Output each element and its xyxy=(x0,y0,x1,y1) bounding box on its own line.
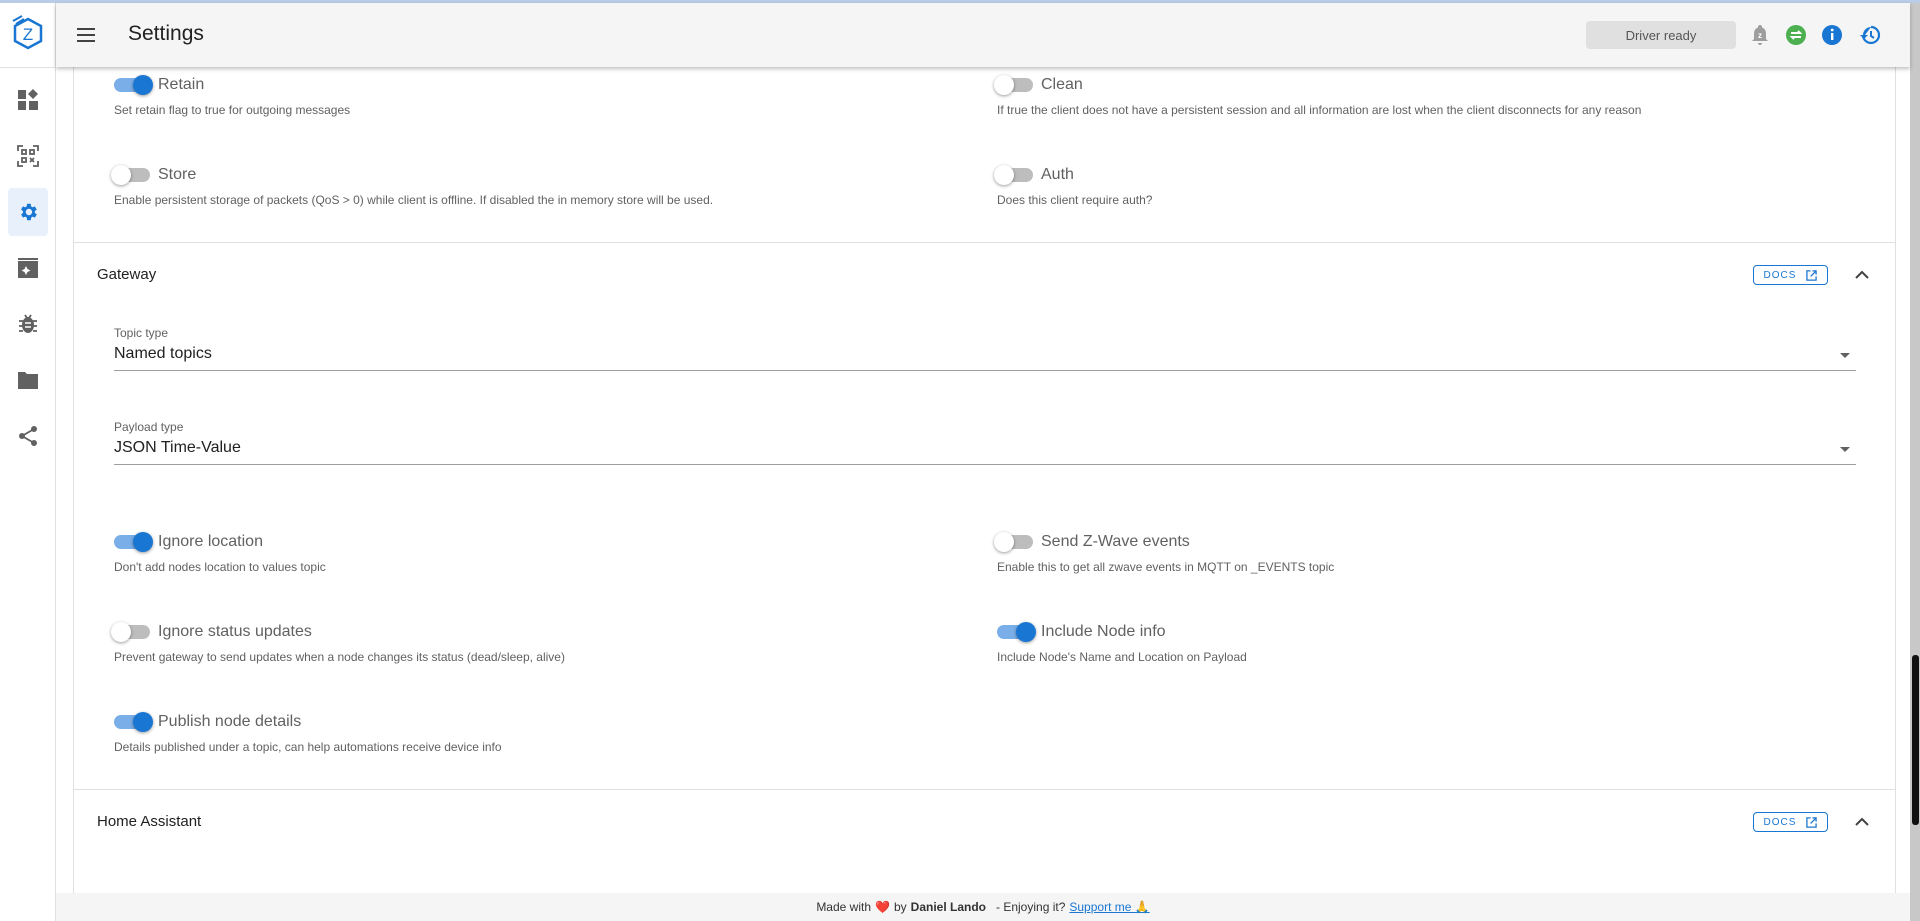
store-label: Store xyxy=(158,166,197,183)
home-assistant-docs-button[interactable]: DOCS xyxy=(1753,812,1828,832)
debug-bug-icon xyxy=(19,314,37,333)
ignore-location-setting: Ignore location Don't add nodes location… xyxy=(114,532,326,574)
scrollbar-thumb[interactable] xyxy=(1912,655,1919,825)
gateway-section-title[interactable]: Gateway xyxy=(97,266,156,283)
svg-text:Z: Z xyxy=(23,25,33,44)
section-divider xyxy=(74,242,1895,243)
store-description: Enable persistent storage of packets (Qo… xyxy=(114,193,714,207)
send-zwave-events-toggle[interactable] xyxy=(994,532,1033,552)
mqtt-connected-icon[interactable] xyxy=(1784,23,1808,47)
sidebar-item-settings[interactable] xyxy=(8,188,48,236)
gateway-collapse-chevron-up-icon[interactable] xyxy=(1852,265,1872,285)
retain-label: Retain xyxy=(158,76,205,93)
auth-label: Auth xyxy=(1041,166,1074,183)
ignore-status-updates-label: Ignore status updates xyxy=(158,623,312,640)
auth-description: Does this client require auth? xyxy=(997,193,1153,207)
zwave-js-ui-logo-icon[interactable]: Z xyxy=(10,13,46,53)
payload-type-value: JSON Time-Value xyxy=(114,439,241,456)
sidebar-item-network-graph[interactable] xyxy=(8,412,48,460)
store-toggle[interactable] xyxy=(111,165,150,185)
publish-node-details-label: Publish node details xyxy=(158,713,302,730)
app-bar: Settings Driver ready z xyxy=(56,3,1910,67)
settings-gear-icon xyxy=(21,203,37,221)
include-node-info-label: Include Node info xyxy=(1041,623,1166,640)
scenes-icon xyxy=(18,258,38,278)
page-scrollbar[interactable] xyxy=(1910,3,1920,921)
sidebar-item-scenes[interactable] xyxy=(8,244,48,292)
publish-node-details-toggle[interactable] xyxy=(114,712,153,732)
docs-label: DOCS xyxy=(1763,269,1797,281)
footer-enjoying: - Enjoying it? xyxy=(996,900,1066,914)
send-zwave-events-description: Enable this to get all zwave events in M… xyxy=(997,560,1335,574)
sidebar: Z xyxy=(0,3,56,921)
settings-panel: Retain Set retain flag to true for outgo… xyxy=(73,67,1896,893)
menu-hamburger-icon[interactable] xyxy=(74,23,98,47)
footer: Made with ❤️ by Daniel Lando - Enjoying … xyxy=(56,893,1910,921)
sidebar-divider xyxy=(0,67,56,68)
sidebar-item-control-panel[interactable] xyxy=(8,76,48,124)
footer-author: Daniel Lando xyxy=(910,900,986,914)
section-divider xyxy=(74,789,1895,790)
auth-toggle[interactable] xyxy=(994,165,1033,185)
clean-description: If true the client does not have a persi… xyxy=(997,103,1642,117)
include-node-info-description: Include Node's Name and Location on Payl… xyxy=(997,650,1247,664)
payload-type-label: Payload type xyxy=(114,420,184,434)
notifications-snooze-bell-icon[interactable]: z xyxy=(1748,23,1772,47)
topic-type-label: Topic type xyxy=(114,326,169,340)
payload-type-select[interactable]: Payload type JSON Time-Value xyxy=(114,420,1856,465)
history-icon[interactable] xyxy=(1858,23,1882,47)
heart-icon: ❤️ xyxy=(875,900,890,914)
footer-by: by xyxy=(893,900,907,914)
home-assistant-collapse-chevron-up-icon[interactable] xyxy=(1852,812,1872,832)
mqtt-auth-setting: Auth Does this client require auth? xyxy=(994,165,1153,207)
publish-node-details-setting: Publish node details Details published u… xyxy=(114,712,502,754)
ignore-location-toggle[interactable] xyxy=(114,532,153,552)
dropdown-arrow-icon xyxy=(1840,353,1850,358)
folder-icon xyxy=(18,372,38,389)
include-node-info-setting: Include Node info Include Node's Name an… xyxy=(997,622,1247,664)
home-assistant-section-title[interactable]: Home Assistant xyxy=(97,813,201,830)
publish-node-details-description: Details published under a topic, can hel… xyxy=(114,740,502,754)
ignore-location-description: Don't add nodes location to values topic xyxy=(114,560,326,574)
include-node-info-toggle[interactable] xyxy=(997,622,1036,642)
send-zwave-events-setting: Send Z-Wave events Enable this to get al… xyxy=(994,532,1335,574)
footer-made-with: Made with xyxy=(816,900,872,914)
mqtt-retain-setting: Retain Set retain flag to true for outgo… xyxy=(114,75,351,117)
retain-description: Set retain flag to true for outgoing mes… xyxy=(114,103,351,117)
docs-label: DOCS xyxy=(1763,816,1797,828)
svg-text:z: z xyxy=(1758,31,1762,40)
open-in-new-icon xyxy=(1806,269,1818,281)
qr-code-scan-icon xyxy=(17,145,39,167)
clean-label: Clean xyxy=(1041,76,1083,93)
ignore-status-updates-setting: Ignore status updates Prevent gateway to… xyxy=(111,622,565,664)
sidebar-item-smart-start[interactable] xyxy=(8,132,48,180)
share-network-icon xyxy=(19,426,37,446)
ignore-location-label: Ignore location xyxy=(158,533,263,550)
dropdown-arrow-icon xyxy=(1840,447,1850,452)
gateway-docs-button[interactable]: DOCS xyxy=(1753,265,1828,285)
clean-toggle[interactable] xyxy=(994,75,1033,95)
driver-status-button[interactable]: Driver ready xyxy=(1586,21,1736,49)
topic-type-value: Named topics xyxy=(114,345,212,362)
ignore-status-updates-description: Prevent gateway to send updates when a n… xyxy=(114,650,565,664)
topic-type-select[interactable]: Topic type Named topics xyxy=(114,326,1856,371)
open-in-new-icon xyxy=(1806,816,1818,828)
sidebar-item-store[interactable] xyxy=(8,356,48,404)
mqtt-store-setting: Store Enable persistent storage of packe… xyxy=(111,165,714,207)
send-zwave-events-label: Send Z-Wave events xyxy=(1041,533,1190,550)
dashboard-icon xyxy=(18,89,38,110)
info-icon[interactable] xyxy=(1820,23,1844,47)
mqtt-clean-setting: Clean If true the client does not have a… xyxy=(994,75,1642,117)
sidebar-item-debug[interactable] xyxy=(8,300,48,348)
ignore-status-updates-toggle[interactable] xyxy=(111,622,150,642)
page-title: Settings xyxy=(128,22,204,45)
support-me-link[interactable]: Support me 🙏 xyxy=(1069,900,1149,914)
retain-toggle[interactable] xyxy=(114,75,153,95)
